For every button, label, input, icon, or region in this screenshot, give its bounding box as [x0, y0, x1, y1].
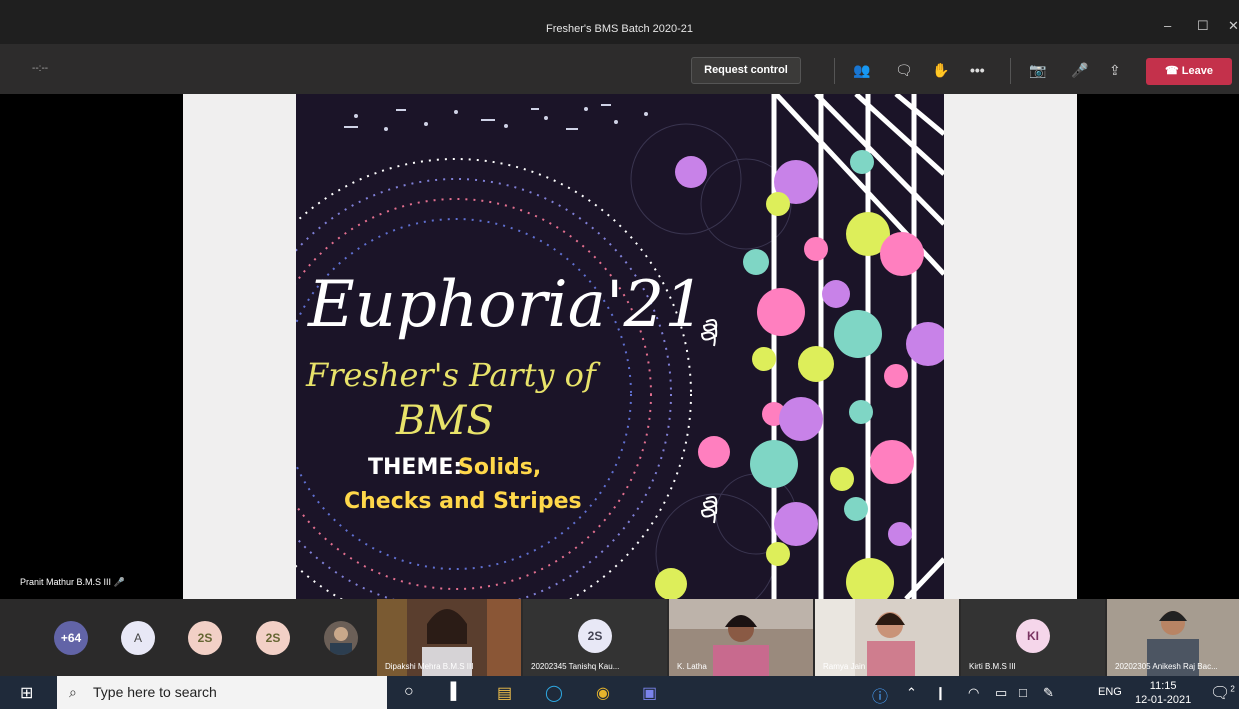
polka-dots — [655, 150, 944, 599]
teams-icon[interactable]: ▣ — [642, 683, 657, 703]
participant-video-tile[interactable]: 20202305 Anikesh Raj Bac... — [1107, 599, 1239, 676]
title-bar: Fresher's BMS Batch 2020-21 – ☐ ✕ — [0, 0, 1239, 44]
pen-icon[interactable]: ✎ — [1043, 685, 1054, 701]
share-screen-icon[interactable]: ⇪ — [1109, 62, 1121, 79]
battery-icon[interactable]: ▭ — [995, 685, 1007, 701]
participant-video-tile[interactable]: Ramya Jain — [815, 599, 959, 676]
wifi-icon[interactable]: ◠ — [968, 685, 979, 701]
clock-date: 12-01-2021 — [1135, 694, 1192, 706]
mic-off-icon[interactable]: 🎤 — [1071, 62, 1088, 79]
participant-name: Kirti B.M.S III — [969, 662, 1016, 671]
windows-start-icon[interactable]: ⊞ — [20, 683, 33, 703]
meeting-toolbar: --:-- Request control 👥 🗨 ✋ ••• 📷 🎤 ⇪ ☎ … — [0, 44, 1239, 94]
minimize-button[interactable]: – — [1164, 18, 1171, 33]
search-icon: ⌕ — [69, 684, 77, 700]
clock-time: 11:15 — [1149, 680, 1177, 692]
participant-avatar: KI — [1016, 619, 1050, 653]
raise-hand-icon[interactable]: ✋ — [932, 62, 949, 79]
camera-off-icon[interactable]: 📷 — [1029, 62, 1046, 79]
slide-theme-line2: Checks and Stripes — [344, 489, 582, 514]
mic-off-icon: 🎤 — [113, 577, 125, 587]
windows-taskbar: ⊞ ⌕ Type here to search ○ ▐ ▤ ◯ ◉ ▣ ⓘ ⌃ … — [0, 676, 1239, 709]
participant-video-tile[interactable]: Dipakshi Mehra B.M.S III — [377, 599, 521, 676]
participant-avatar[interactable]: A — [121, 621, 155, 655]
slide-subtitle-line1: Fresher's Party of — [305, 356, 601, 394]
taskbar-search-box[interactable]: ⌕ Type here to search — [57, 676, 387, 709]
overflow-participants-badge[interactable]: +64 — [54, 621, 88, 655]
participant-name: 20202345 Tanishq Kau... — [531, 662, 620, 671]
meeting-timer: --:-- — [32, 63, 49, 74]
participant-name: 20202305 Anikesh Raj Bac... — [1115, 662, 1218, 671]
chevron-up-icon[interactable]: ⌃ — [906, 685, 917, 701]
device-icon[interactable]: □ — [1019, 685, 1027, 700]
notification-count: 2 — [1230, 684, 1235, 694]
edge-browser-icon[interactable]: ◯ — [545, 683, 563, 703]
cortana-icon[interactable]: ○ — [404, 683, 414, 701]
participant-video-tile[interactable]: K. Latha — [669, 599, 813, 676]
file-explorer-icon[interactable]: ▤ — [497, 683, 512, 703]
chat-icon[interactable]: 🗨 — [895, 62, 913, 79]
confetti-decoration — [344, 104, 648, 131]
leave-button[interactable]: ☎ Leave — [1146, 58, 1232, 85]
participant-avatar[interactable]: 2S — [256, 621, 290, 655]
more-options-icon[interactable]: ••• — [970, 62, 985, 78]
participant-name: Ramya Jain — [823, 662, 866, 671]
presenter-label: Pranit Mathur B.M.S III 🎤 — [20, 577, 125, 588]
request-control-button[interactable]: Request control — [691, 57, 801, 84]
close-button[interactable]: ✕ — [1228, 18, 1239, 34]
participant-avatar[interactable]: 2S — [188, 621, 222, 655]
maximize-button[interactable]: ☐ — [1197, 18, 1209, 34]
presenter-name: Pranit Mathur B.M.S III — [20, 577, 112, 587]
participant-photo-avatar[interactable] — [324, 621, 358, 655]
participant-tile[interactable]: 2S 20202345 Tanishq Kau... — [523, 599, 667, 676]
participant-name: Dipakshi Mehra B.M.S III — [385, 662, 474, 671]
toolbar-divider — [1010, 58, 1011, 84]
slide-subtitle-line2: BMS — [395, 398, 494, 444]
participant-avatar: 2S — [578, 619, 612, 653]
language-indicator[interactable]: ENG — [1098, 686, 1122, 698]
toolbar-divider — [834, 58, 835, 84]
slide-artwork: Euphoria'21 Fresher's Party of BMS THEME… — [296, 94, 944, 599]
phone-icon: ☎ — [1165, 65, 1179, 77]
slide-theme-value: Solids, — [458, 455, 541, 480]
participant-tile[interactable]: KI Kirti B.M.S III — [961, 599, 1105, 676]
event-slide: Euphoria'21 Fresher's Party of BMS THEME… — [296, 94, 944, 599]
participant-strip: +64 A 2S 2S Dipakshi Mehra B.M.S III 2S … — [0, 599, 1239, 676]
leave-label: Leave — [1181, 65, 1213, 77]
help-icon[interactable]: ⓘ — [872, 683, 888, 707]
person-icon — [330, 627, 352, 655]
notification-icon[interactable]: 🗨2 — [1210, 683, 1235, 703]
slide-title: Euphoria'21 — [307, 268, 705, 342]
search-placeholder: Type here to search — [93, 684, 217, 700]
microphone-icon[interactable]: ❙ — [935, 685, 946, 701]
taskbar-clock[interactable]: 11:15 12-01-2021 — [1135, 679, 1191, 707]
participants-icon[interactable]: 👥 — [853, 62, 870, 79]
window-title: Fresher's BMS Batch 2020-21 — [545, 23, 693, 35]
chrome-icon[interactable]: ◉ — [596, 683, 610, 703]
participant-name: K. Latha — [677, 662, 707, 671]
slide-theme-label: THEME: — [368, 455, 462, 480]
task-view-icon[interactable]: ▐ — [445, 683, 456, 701]
